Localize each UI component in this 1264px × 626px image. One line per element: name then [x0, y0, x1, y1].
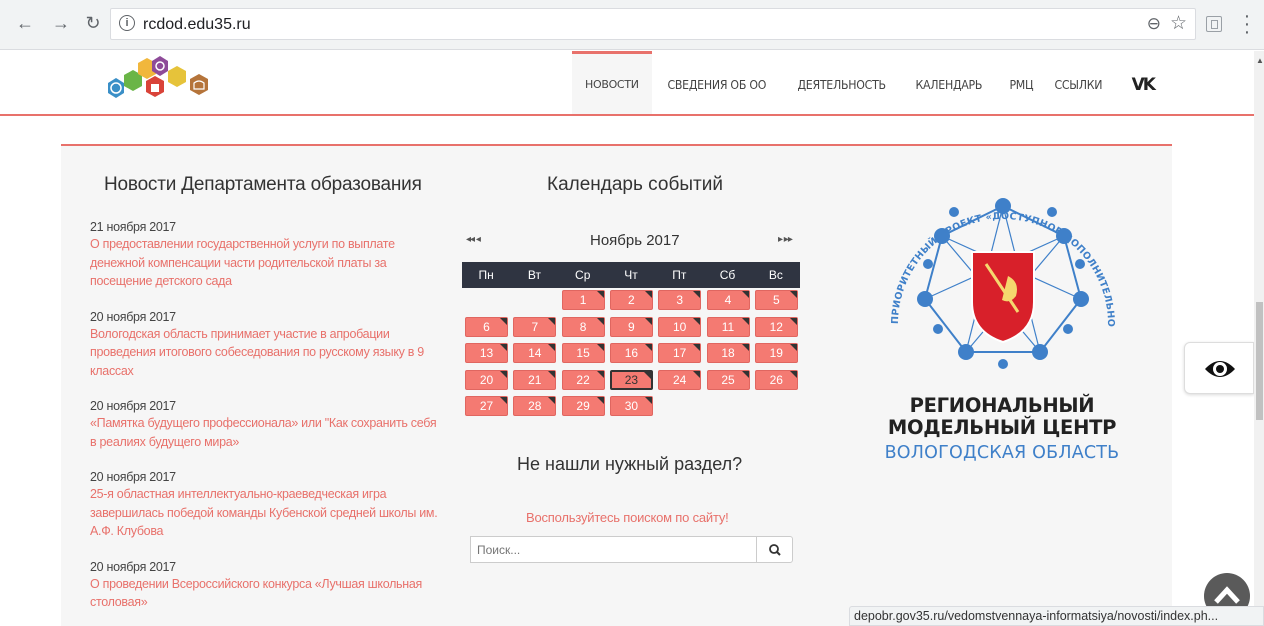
site-header: НОВОСТИ СВЕДЕНИЯ ОБ ОО ДЕЯТЕЛЬНОСТЬ КАЛЕ…	[0, 51, 1254, 116]
nav-links[interactable]: ССЫЛКИ	[1043, 51, 1114, 114]
news-item: 20 ноября 2017 Вологодская область прини…	[90, 309, 445, 381]
calendar-day[interactable]: 13	[465, 343, 508, 363]
calendar-day[interactable]: 28	[513, 396, 557, 416]
forward-icon[interactable]: →	[50, 12, 72, 34]
calendar-day[interactable]: 30	[609, 396, 653, 416]
news-list: 21 ноября 2017 О предоставлении государс…	[90, 219, 445, 626]
emblem-line-3: ВОЛОГОДСКАЯ ОБЛАСТЬ	[884, 443, 1120, 463]
url-text[interactable]: rcdod.edu35.ru	[143, 16, 251, 34]
calendar-month: Ноябрь 2017	[590, 232, 680, 249]
news-heading: Новости Департамента образования	[104, 174, 422, 195]
search-input[interactable]	[470, 536, 757, 563]
back-icon[interactable]: ←	[14, 12, 36, 34]
vk-icon[interactable]: VK	[1132, 51, 1156, 114]
scroll-up-arrow-icon[interactable]: ▲	[1256, 56, 1264, 65]
news-item: 20 ноября 2017 О проведении Всероссийско…	[90, 559, 445, 612]
calendar-day[interactable]: 14	[513, 343, 557, 363]
calendar-day[interactable]: 18	[706, 343, 750, 363]
nav-calendar[interactable]: КАЛЕНДАРЬ	[904, 51, 994, 114]
news-link[interactable]: О проведении Всероссийского конкурса «Лу…	[90, 575, 445, 612]
weekday-label: Чт	[624, 268, 638, 282]
calendar-day[interactable]: 5	[754, 290, 798, 310]
bookmark-star-icon[interactable]: ☆	[1170, 12, 1187, 35]
rmc-emblem[interactable]: ПРИОРИТЕТНЫЙ ПРОЕКТ «ДОСТУПНОЕ ДОПОЛНИТЕ…	[868, 164, 1138, 394]
reload-icon[interactable]: ↻	[82, 12, 104, 34]
calendar-day[interactable]: 20	[465, 369, 508, 390]
calendar-day[interactable]: 16	[609, 343, 653, 363]
calendar-day[interactable]: 29	[561, 396, 605, 416]
search-hint: Воспользуйтесь поиском по сайту!	[526, 510, 729, 525]
zoom-icon[interactable]: ⊖	[1147, 14, 1161, 34]
calendar-day[interactable]: 12	[754, 316, 798, 337]
calendar-day[interactable]: 9	[609, 316, 653, 337]
news-date: 20 ноября 2017	[90, 399, 176, 413]
calendar-day[interactable]: 17	[658, 343, 702, 363]
browser-status-url: depobr.gov35.ru/vedomstvennaya-informats…	[849, 606, 1264, 626]
nav-news[interactable]: НОВОСТИ	[572, 51, 652, 114]
calendar-day[interactable]: 24	[658, 369, 702, 390]
news-date: 20 ноября 2017	[90, 470, 176, 484]
news-item: 20 ноября 2017 «Памятка будущего професс…	[90, 398, 445, 451]
calendar-day[interactable]: 10	[658, 316, 702, 337]
calendar-day[interactable]: 6	[465, 316, 508, 337]
news-item: 20 ноября 2017 25-я областная интеллекту…	[90, 469, 445, 541]
weekday-label: Пт	[672, 268, 687, 282]
calendar-day[interactable]: 22	[561, 369, 605, 390]
calendar-day[interactable]: 2	[609, 290, 653, 310]
calendar-day[interactable]: 15	[561, 343, 605, 363]
news-link[interactable]: 25-я областная интеллектуально-краеведче…	[90, 485, 445, 541]
weekday-label: Вт	[527, 268, 541, 282]
browser-toolbar: ← → ↻ i rcdod.edu35.ru ⊖ ☆ · · ·	[0, 0, 1264, 50]
address-bar[interactable]: i rcdod.edu35.ru ⊖ ☆	[110, 8, 1196, 40]
site-logo[interactable]	[94, 53, 224, 111]
main-nav: НОВОСТИ СВЕДЕНИЯ ОБ ОО ДЕЯТЕЛЬНОСТЬ КАЛЕ…	[572, 51, 1156, 114]
emblem-line-2: МОДЕЛЬНЫЙ ЦЕНТР	[887, 416, 1117, 439]
calendar-prev-button[interactable]: ◂◂ ◂	[466, 234, 481, 245]
calendar-day[interactable]: 21	[513, 369, 557, 390]
calendar-next-button[interactable]: ▸ ▸▸	[778, 234, 793, 245]
calendar-day[interactable]: 8	[561, 316, 605, 337]
calendar-day[interactable]: 19	[754, 343, 798, 363]
scrollbar-thumb[interactable]	[1256, 302, 1263, 420]
news-date: 21 ноября 2017	[90, 220, 176, 234]
menu-icon[interactable]: · · ·	[1243, 6, 1251, 42]
nav-about[interactable]: СВЕДЕНИЯ ОБ ОО	[656, 51, 778, 114]
accessibility-button[interactable]	[1184, 342, 1254, 394]
nav-rmc[interactable]: РМЦ	[998, 51, 1045, 114]
news-date: 20 ноября 2017	[90, 309, 176, 324]
emblem-line-1: РЕГИОНАЛЬНЫЙ	[909, 394, 1095, 417]
calendar-day[interactable]: 26	[754, 369, 798, 390]
nav-activity[interactable]: ДЕЯТЕЛЬНОСТЬ	[786, 51, 897, 114]
weekday-label: Пн	[478, 268, 494, 282]
weekday-label: Вс	[768, 268, 783, 282]
calendar-day[interactable]: 7	[513, 316, 557, 337]
news-item: 21 ноября 2017 О предоставлении государс…	[90, 219, 445, 291]
calendar-heading: Календарь событий	[547, 174, 723, 195]
calendar-day[interactable]: 3	[658, 290, 702, 310]
not-found-heading: Не нашли нужный раздел?	[517, 454, 743, 474]
calendar-day-today[interactable]: 23	[609, 369, 653, 390]
weekday-label: Сб	[719, 268, 736, 282]
info-icon[interactable]: i	[119, 15, 135, 31]
news-date: 20 ноября 2017	[90, 559, 176, 574]
calendar-day[interactable]: 11	[706, 316, 750, 337]
calendar-day[interactable]: 1	[561, 290, 605, 310]
calendar-day[interactable]: 27	[465, 396, 508, 416]
calendar-weekday-header: Пн Вт Ср Чт Пт Сб Вс	[462, 262, 800, 288]
news-link[interactable]: О предоставлении государственной услуги …	[90, 235, 445, 291]
weekday-label: Ср	[575, 268, 591, 282]
search-icon	[769, 544, 781, 556]
eye-icon	[1205, 361, 1235, 377]
news-link[interactable]: Вологодская область принимает участие в …	[90, 325, 445, 381]
calendar-day[interactable]: 25	[706, 369, 750, 390]
news-link[interactable]: «Памятка будущего профессионала» или "Ка…	[90, 414, 445, 451]
calendar-day[interactable]: 4	[706, 290, 750, 310]
extension-icon[interactable]	[1206, 16, 1222, 32]
search-button[interactable]	[756, 536, 793, 563]
